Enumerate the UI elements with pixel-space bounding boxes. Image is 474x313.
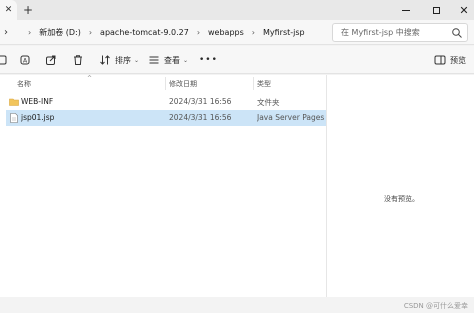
- breadcrumb-tomcat[interactable]: apache-tomcat-9.0.27: [100, 28, 189, 37]
- file-date: 2024/3/31 16:56: [169, 113, 232, 122]
- file-row-jsp01[interactable]: jsp01.jsp 2024/3/31 16:56 Java Server Pa…: [6, 110, 326, 126]
- more-options-button[interactable]: •••: [199, 51, 218, 69]
- column-divider[interactable]: [253, 77, 254, 90]
- column-header-row: ^ 名称 修改日期 类型: [0, 75, 326, 92]
- minimize-icon: [402, 9, 410, 11]
- preview-pane: 没有预览。: [326, 75, 474, 297]
- maximize-button[interactable]: [422, 0, 450, 20]
- chevron-down-icon: ⌄: [134, 56, 140, 64]
- trash-icon: [71, 53, 85, 67]
- view-label: 查看: [164, 55, 180, 65]
- maximize-icon: [432, 6, 440, 14]
- address-bar: › › 新加卷 (D:) › apache-tomcat-9.0.27 › we…: [0, 20, 474, 45]
- explorer-tab[interactable]: ✕: [0, 0, 17, 20]
- file-name: jsp01.jsp: [21, 113, 55, 122]
- jsp-file-icon: [10, 113, 18, 123]
- preview-pane-button[interactable]: 预览: [433, 51, 466, 69]
- breadcrumb-webapps[interactable]: webapps: [208, 28, 244, 37]
- column-header-type[interactable]: 类型: [257, 79, 271, 89]
- column-divider[interactable]: [165, 77, 166, 90]
- watermark-text: CSDN @可什么爱幸: [403, 302, 468, 310]
- status-bar: CSDN @可什么爱幸: [0, 297, 474, 313]
- sort-ascending-icon: ^: [87, 75, 93, 82]
- preview-empty-text: 没有预览。: [384, 195, 419, 203]
- breadcrumb: › 新加卷 (D:) › apache-tomcat-9.0.27 › weba…: [28, 20, 305, 45]
- cut-button[interactable]: [0, 51, 10, 69]
- title-bar: ✕ + ✕: [0, 0, 474, 20]
- file-row-web-inf[interactable]: WEB-INF 2024/3/31 16:56 文件夹: [6, 94, 326, 110]
- sort-label: 排序: [115, 55, 131, 65]
- cut-icon: [0, 53, 10, 67]
- search-input[interactable]: [333, 24, 449, 41]
- minimize-button[interactable]: [392, 0, 420, 20]
- command-bar: A 排序 ⌄ 查看 ⌄ ••• 预览: [0, 46, 474, 74]
- file-type: 文件夹: [257, 98, 280, 107]
- nav-chevron-icon[interactable]: ›: [4, 27, 8, 38]
- breadcrumb-separator: ›: [28, 28, 32, 37]
- sort-icon: [98, 53, 112, 67]
- sort-button[interactable]: 排序 ⌄: [98, 51, 139, 69]
- copy-button[interactable]: A: [18, 51, 32, 69]
- folder-icon: [9, 98, 19, 106]
- search-box[interactable]: [332, 23, 468, 42]
- breadcrumb-separator: ›: [251, 28, 255, 37]
- column-header-date[interactable]: 修改日期: [169, 79, 197, 89]
- breadcrumb-separator: ›: [196, 28, 201, 37]
- tab-close-icon[interactable]: ✕: [5, 5, 13, 15]
- preview-pane-icon: [433, 53, 447, 67]
- column-header-name[interactable]: 名称: [17, 79, 31, 89]
- close-window-button[interactable]: ✕: [450, 0, 474, 20]
- search-icon[interactable]: [451, 27, 463, 39]
- view-button[interactable]: 查看 ⌄: [147, 51, 188, 69]
- view-list-icon: [147, 53, 161, 67]
- breadcrumb-myfirst-jsp[interactable]: Myfirst-jsp: [263, 28, 305, 37]
- file-name: WEB-INF: [21, 97, 54, 106]
- file-date: 2024/3/31 16:56: [169, 97, 232, 106]
- share-button[interactable]: [44, 51, 58, 69]
- chevron-down-icon: ⌄: [183, 56, 189, 64]
- breadcrumb-separator: ›: [88, 28, 93, 37]
- file-list: WEB-INF 2024/3/31 16:56 文件夹 jsp01.jsp 20…: [0, 92, 326, 297]
- preview-label: 预览: [450, 55, 466, 65]
- file-type: Java Server Pages ...: [257, 113, 325, 122]
- copy-icon: A: [18, 53, 32, 67]
- share-icon: [44, 53, 58, 67]
- new-tab-button[interactable]: +: [21, 3, 35, 17]
- delete-button[interactable]: [71, 51, 85, 69]
- breadcrumb-drive[interactable]: 新加卷 (D:): [39, 27, 81, 38]
